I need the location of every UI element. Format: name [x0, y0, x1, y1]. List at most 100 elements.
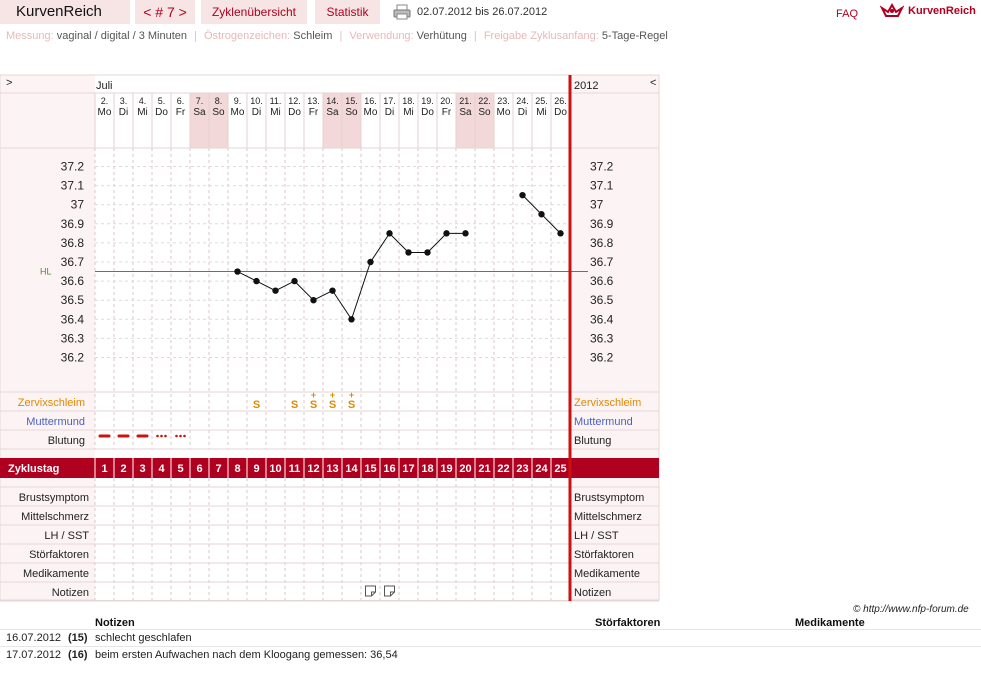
day-date-label: 13. — [307, 96, 320, 106]
day-weekday-label: Sa — [459, 107, 472, 118]
y-tick-label: 36.3 — [590, 331, 614, 345]
day-weekday-label: Mo — [98, 107, 112, 118]
day-date-label: 24. — [516, 96, 529, 106]
cycle-day-number: 10 — [269, 463, 281, 475]
cervix-plus: + — [349, 390, 354, 400]
cycle-day-number: 2 — [120, 463, 126, 475]
row-label-stoer: Störfaktoren — [29, 549, 89, 561]
bleeding-light-mark — [183, 434, 186, 438]
bleeding-heavy-mark — [98, 434, 111, 438]
row-label-breast: Brustsymptom — [574, 492, 644, 504]
nav-prev-arrow[interactable]: < — [650, 77, 656, 89]
y-tick-label: 36.4 — [590, 312, 614, 326]
note-row: 17.07.2012 (16) beim ersten Aufwachen na… — [0, 646, 981, 664]
row-label-med: Medikamente — [23, 568, 89, 580]
temperature-point — [443, 230, 450, 237]
y-tick-label: 36.5 — [590, 293, 614, 307]
bleeding-light-mark — [156, 434, 159, 438]
cervix-plus: + — [311, 390, 316, 400]
cycle-day-number: 4 — [158, 463, 165, 475]
note-text: beim ersten Aufwachen nach dem Kloogang … — [95, 649, 398, 661]
day-date-label: 20. — [440, 96, 453, 106]
day-weekday-label: Mo — [497, 107, 511, 118]
bleeding-light-mark — [179, 434, 182, 438]
cervix-symbol: S — [348, 399, 355, 411]
day-weekday-label: So — [478, 107, 491, 118]
day-weekday-label: Do — [421, 107, 434, 118]
day-weekday-label: Sa — [193, 107, 206, 118]
note-date: 17.07.2012 — [6, 649, 62, 661]
day-date-label: 16. — [364, 96, 377, 106]
day-date-label: 19. — [421, 96, 434, 106]
y-tick-label: 36.5 — [61, 293, 85, 307]
temperature-point — [310, 297, 317, 304]
temperature-point — [519, 191, 526, 199]
y-tick-label: 36.8 — [61, 236, 85, 250]
y-tick-label: 37 — [71, 198, 85, 212]
cycle-day-number: 22 — [497, 463, 509, 475]
day-date-label: 25. — [535, 96, 548, 106]
year-label: 2012 — [574, 80, 598, 92]
day-weekday-label: Do — [554, 107, 567, 118]
medikamente-header: Medikamente — [795, 617, 865, 629]
y-tick-label: 36.6 — [590, 274, 614, 288]
day-weekday-label: So — [212, 107, 225, 118]
day-weekday-label: Fr — [176, 107, 186, 118]
day-date-label: 10. — [250, 96, 263, 106]
temperature-point — [234, 268, 241, 275]
day-weekday-label: Sa — [326, 107, 339, 118]
day-weekday-label: Di — [252, 107, 261, 118]
cycle-day-number: 21 — [478, 463, 490, 475]
cycle-day-number: 5 — [177, 463, 183, 475]
day-weekday-label: Mi — [403, 107, 414, 118]
day-date-label: 15. — [345, 96, 358, 106]
temperature-point — [348, 316, 355, 323]
temperature-point — [329, 287, 336, 294]
cervix-symbol: S — [291, 399, 298, 411]
y-tick-label: 36.2 — [61, 351, 85, 365]
temperature-point — [424, 249, 431, 256]
y-tick-label: 36.7 — [61, 255, 85, 269]
y-tick-label: 36.3 — [61, 331, 85, 345]
day-date-label: 17. — [383, 96, 396, 106]
y-tick-label: 36.9 — [61, 217, 85, 231]
day-date-label: 14. — [326, 96, 339, 106]
temperature-point — [253, 277, 260, 285]
row-label-mm: Muttermund — [26, 416, 85, 428]
cycle-day-number: 16 — [383, 463, 395, 475]
row-label-mittel: Mittelschmerz — [574, 511, 642, 523]
cycle-day-number: 3 — [139, 463, 145, 475]
stoerfaktoren-header: Störfaktoren — [595, 617, 661, 629]
nav-next-arrow[interactable]: > — [6, 77, 12, 89]
y-tick-label: 37.1 — [61, 179, 85, 193]
row-label-med: Medikamente — [574, 568, 640, 580]
cycle-day-number: 14 — [345, 463, 358, 475]
cervix-symbol: S — [310, 399, 317, 411]
copyright-text: © http://www.nfp-forum.de — [853, 604, 969, 615]
row-label-lh: LH / SST — [44, 530, 89, 542]
row-label-blood: Blutung — [574, 435, 611, 447]
day-weekday-label: Di — [518, 107, 527, 118]
day-date-label: 2. — [101, 96, 109, 106]
day-weekday-label: Mi — [536, 107, 547, 118]
cycle-day-number: 23 — [516, 463, 528, 475]
day-weekday-label: Do — [288, 107, 301, 118]
day-date-label: 22. — [478, 96, 491, 106]
row-label-mm: Muttermund — [574, 416, 633, 428]
day-date-label: 4. — [139, 96, 147, 106]
row-label-stoer: Störfaktoren — [574, 549, 634, 561]
cycle-day-number: 12 — [307, 463, 319, 475]
row-label-blood: Blutung — [48, 435, 85, 447]
temperature-point — [405, 249, 412, 256]
day-date-label: 6. — [177, 96, 185, 106]
day-weekday-label: Fr — [309, 107, 319, 118]
day-weekday-label: Mi — [270, 107, 281, 118]
y-tick-label: 37.1 — [590, 179, 614, 193]
day-weekday-label: Di — [119, 107, 128, 118]
day-date-label: 8. — [215, 96, 223, 106]
day-date-label: 9. — [234, 96, 242, 106]
cycle-day-number: 1 — [101, 463, 107, 475]
day-date-label: 7. — [196, 96, 204, 106]
bleeding-heavy-mark — [136, 434, 149, 438]
hl-label: HL — [40, 267, 52, 277]
